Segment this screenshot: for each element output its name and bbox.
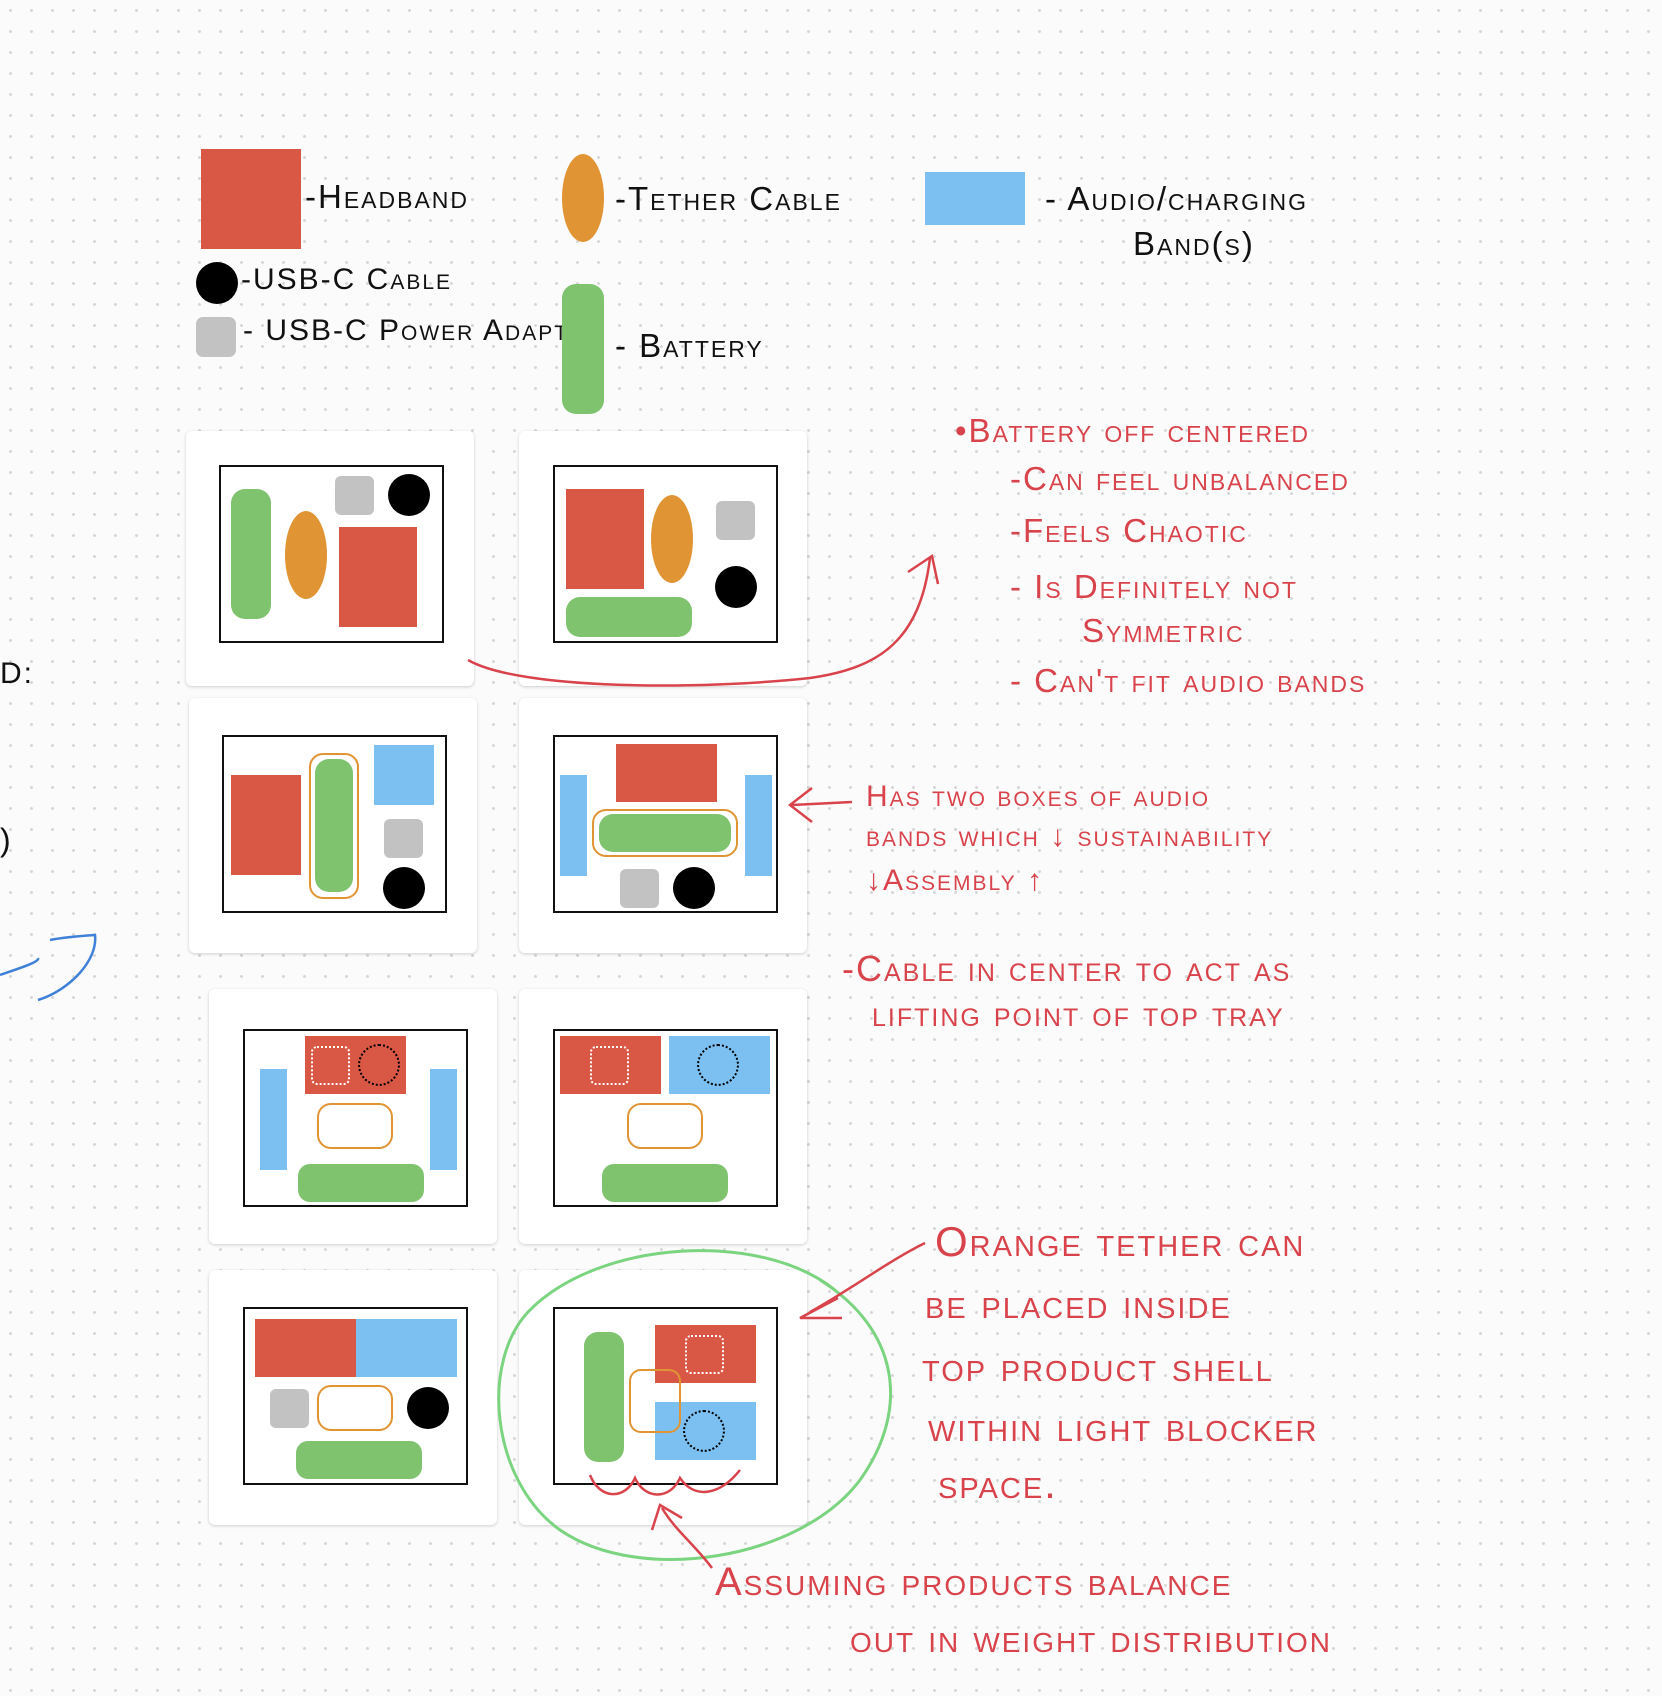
note5-line1: Assuming products balance (715, 1560, 1233, 1604)
layout-option-4-card[interactable] (519, 698, 807, 953)
cable-slot-outline (358, 1044, 400, 1086)
cable-slot-outline (697, 1044, 739, 1086)
headband-item (616, 744, 717, 802)
battery-item (231, 489, 271, 619)
tray-outline (219, 465, 444, 643)
battery-item (315, 759, 353, 892)
adapter-item (716, 501, 755, 540)
layout-option-2-card[interactable] (519, 431, 807, 686)
usbc-adapter-swatch (196, 317, 236, 357)
adapter-slot-outline (311, 1046, 350, 1085)
tray-outline (553, 735, 778, 913)
tether-item (651, 495, 693, 583)
tray-outline (243, 1307, 468, 1485)
tray-outline (553, 465, 778, 643)
audio-band-item-right (745, 775, 772, 876)
legend-battery-label: - Battery (615, 327, 764, 364)
headband-swatch (201, 149, 301, 249)
battery-swatch (562, 284, 604, 414)
tether-item (285, 511, 327, 599)
note1-line6: - Can't fit audio bands (1010, 662, 1367, 699)
battery-item (602, 1164, 728, 1202)
audio-band-item-left (260, 1069, 287, 1170)
cable-slot-outline (683, 1410, 725, 1452)
note4-line5: space. (938, 1460, 1058, 1507)
adapter-item (335, 476, 374, 515)
battery-item (584, 1332, 624, 1462)
note1-line5: Symmetric (1082, 612, 1245, 649)
note4-line4: within light blocker (928, 1403, 1319, 1450)
headband-item (339, 527, 417, 627)
layout-option-7-card[interactable] (209, 1270, 497, 1525)
cable-item (383, 867, 425, 909)
battery-item (599, 814, 731, 852)
cable-item (715, 566, 757, 608)
note2-line3: ↓Assembly ↑ (866, 864, 1044, 897)
headband-item (231, 775, 301, 875)
layout-option-8-card[interactable] (519, 1270, 807, 1525)
adapter-slot-outline (685, 1335, 724, 1374)
note2-line1: Has two boxes of audio (866, 780, 1211, 813)
note5-line2: out in weight distribution (850, 1617, 1332, 1661)
audio-band-swatch (925, 172, 1025, 225)
red-arrow-to-option8 (809, 1241, 926, 1314)
cable-item (388, 474, 430, 516)
tray-outline (553, 1029, 778, 1207)
headband-item (566, 489, 644, 589)
audio-band-item-left (560, 775, 587, 876)
cable-item (407, 1387, 449, 1429)
note1-line1: •Battery off centered (955, 412, 1311, 449)
audio-band-item (356, 1319, 457, 1377)
note4-line2: be placed inside (925, 1280, 1232, 1327)
note2-line2: bands which ↓ sustainability (866, 820, 1274, 853)
left-fragment-2: ) (0, 822, 13, 858)
note3-line1: -Cable in center to act as (842, 948, 1292, 989)
usbc-cable-swatch (196, 262, 238, 304)
layout-option-3-card[interactable] (189, 698, 477, 953)
battery-item (566, 597, 692, 637)
layout-option-6-card[interactable] (519, 989, 807, 1244)
audio-band-item (374, 745, 434, 805)
tether-cable-swatch (562, 154, 604, 242)
adapter-item (620, 869, 659, 908)
tray-outline (553, 1307, 778, 1485)
cable-item (673, 867, 715, 909)
tray-outline (243, 1029, 468, 1207)
note1-line2: -Can feel unbalanced (1010, 460, 1350, 497)
adapter-slot-outline (590, 1046, 629, 1085)
note1-line4: - Is Definitely not (1010, 568, 1298, 605)
tether-outline-item (629, 1369, 681, 1433)
note1-line3: -Feels Chaotic (1010, 512, 1248, 549)
legend-tether-cable-label: -Tether Cable (615, 180, 842, 217)
note3-line2: lifting point of top tray (872, 993, 1285, 1034)
legend-headband-label: -Headband (305, 178, 470, 215)
headband-item (255, 1319, 356, 1377)
tether-outline-item (317, 1103, 393, 1149)
tray-outline (222, 735, 447, 913)
red-arrow-head-1 (907, 553, 940, 585)
layout-option-5-card[interactable] (209, 989, 497, 1244)
legend-audio-band-label-2: Band(s) (1133, 225, 1255, 262)
audio-band-item-right (430, 1069, 457, 1170)
battery-item (298, 1164, 424, 1202)
legend-usbc-cable-label: -USB-C Cable (241, 263, 453, 296)
left-fragment-1: D: (0, 657, 34, 690)
legend-usbc-adapter-label: - USB-C Power Adapter (243, 314, 603, 347)
battery-item (296, 1441, 422, 1479)
blue-partial-arrow (0, 933, 97, 1002)
adapter-item (270, 1389, 309, 1428)
note4-line3: top product shell (922, 1343, 1274, 1390)
tether-outline-item (317, 1385, 393, 1431)
adapter-item (384, 819, 423, 858)
tether-outline-item (627, 1103, 703, 1149)
legend-audio-band-label-1: - Audio/charging (1045, 180, 1308, 217)
note4-line1: Orange tether can (935, 1218, 1306, 1265)
layout-option-1-card[interactable] (186, 431, 474, 686)
